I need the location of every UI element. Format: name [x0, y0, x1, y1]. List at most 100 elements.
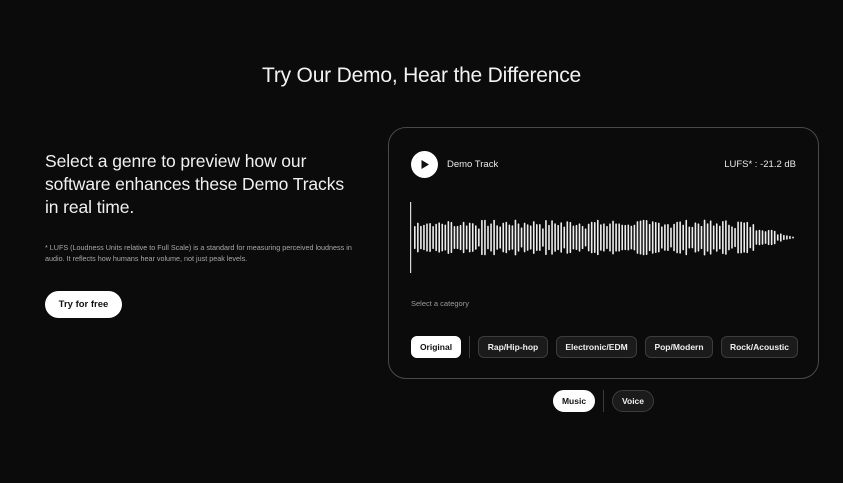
waveform-bar — [722, 220, 724, 255]
waveform-bar — [639, 220, 642, 255]
waveform-bar — [462, 221, 465, 254]
waveform-bar — [700, 225, 703, 250]
waveform-bar — [478, 228, 480, 247]
waveform-bar — [557, 224, 559, 251]
waveform-bar — [584, 228, 587, 247]
mode-music-button[interactable]: Music — [553, 389, 595, 412]
waveform-bar — [542, 228, 544, 247]
waveform-bar — [682, 224, 684, 251]
waveform-bar — [475, 225, 477, 250]
waveform-bar — [423, 224, 425, 251]
waveform-bar — [526, 224, 529, 251]
waveform-bar — [642, 219, 645, 256]
waveform-bar — [612, 220, 614, 255]
intro-text: Select a genre to preview how our softwa… — [45, 151, 345, 217]
category-pop-modern-button[interactable]: Pop/Modern — [645, 335, 713, 358]
waveform-bar — [621, 224, 623, 251]
play-icon — [421, 160, 429, 169]
waveform-bar — [468, 222, 471, 253]
waveform-bar — [514, 219, 517, 256]
waveform-bar — [743, 222, 745, 253]
waveform-bar — [429, 222, 431, 253]
waveform-bar — [636, 221, 639, 254]
waveform-bar — [630, 225, 633, 250]
category-rap-hiphop-button[interactable]: Rap/Hip-hop — [478, 335, 548, 358]
category-divider — [469, 335, 470, 358]
waveform-bar — [426, 223, 428, 252]
waveform-bar — [654, 222, 657, 253]
mode-selector: Music Voice — [553, 389, 654, 412]
select-category-label: Select a category — [411, 299, 469, 308]
waveform-bar — [746, 221, 749, 254]
play-button[interactable] — [411, 151, 438, 178]
waveform-bar — [417, 222, 419, 253]
waveform-bar — [709, 220, 712, 255]
waveform-bar — [749, 226, 752, 249]
waveform-bar — [679, 221, 681, 254]
waveform-bar — [685, 219, 688, 256]
waveform-bar — [563, 226, 566, 249]
waveform-bar — [767, 229, 770, 246]
waveform-bar — [658, 222, 660, 253]
category-selector: Original Rap/Hip-hop Electronic/EDM Pop/… — [411, 335, 798, 358]
waveform-bar — [572, 225, 575, 250]
waveform-bar — [444, 224, 447, 251]
waveform-bar — [758, 229, 761, 246]
waveform-bar — [786, 235, 788, 240]
waveform-bar — [783, 234, 785, 241]
category-electronic-edm-button[interactable]: Electronic/EDM — [556, 335, 637, 358]
waveform-bar — [624, 224, 627, 251]
waveform-bar — [734, 227, 736, 248]
waveform-bar — [697, 223, 700, 252]
waveform-bar — [536, 224, 538, 251]
waveform-bar — [633, 224, 636, 251]
mode-divider — [603, 389, 604, 412]
waveform-bar — [761, 230, 764, 245]
category-original-button[interactable]: Original — [411, 335, 461, 358]
waveform-bar — [551, 220, 553, 255]
waveform-bar — [618, 223, 620, 252]
category-rock-acoustic-button[interactable]: Rock/Acoustic — [721, 335, 798, 358]
waveform-bar — [600, 224, 602, 251]
waveform-bar — [578, 223, 581, 252]
waveform-bar — [715, 223, 718, 252]
waveform-bar — [441, 223, 444, 252]
waveform-bar — [569, 221, 572, 254]
waveform-bar — [529, 225, 532, 250]
waveform-bar — [420, 225, 422, 250]
waveform-bar — [465, 225, 468, 250]
waveform-bar — [673, 223, 675, 252]
waveform-bar — [575, 224, 578, 251]
playhead[interactable] — [410, 202, 412, 273]
waveform-bar — [456, 225, 459, 250]
waveform-bar — [789, 235, 791, 240]
waveform-bar — [627, 224, 630, 251]
waveform-bar — [520, 227, 523, 248]
waveform-bar — [615, 223, 617, 252]
waveform-bar — [554, 223, 556, 252]
lufs-readout: LUFS* : -21.2 dB — [724, 159, 796, 170]
waveform-bar — [471, 223, 474, 252]
waveform[interactable] — [410, 200, 800, 275]
waveform-bar — [770, 229, 773, 246]
waveform-bar — [728, 224, 730, 251]
waveform-bar — [740, 221, 742, 254]
waveform-bar — [773, 230, 776, 245]
waveform-bar — [435, 223, 437, 252]
waveform-bar — [505, 221, 508, 254]
waveform-bar — [590, 221, 593, 254]
waveform-bar — [792, 236, 794, 239]
waveform-bar — [548, 224, 550, 251]
waveform-bar — [499, 226, 501, 249]
waveform-bar — [459, 224, 462, 251]
waveform-bar — [414, 225, 416, 250]
page-headline: Try Our Demo, Hear the Difference — [261, 64, 581, 87]
try-for-free-button[interactable]: Try for free — [45, 291, 122, 318]
waveform-bar — [706, 223, 709, 252]
waveform-bar — [496, 225, 498, 250]
waveform-bar — [508, 224, 511, 251]
waveform-bar — [597, 219, 599, 256]
mode-voice-button[interactable]: Voice — [612, 389, 654, 412]
waveform-bar — [539, 224, 541, 251]
waveform-bar — [490, 223, 492, 252]
